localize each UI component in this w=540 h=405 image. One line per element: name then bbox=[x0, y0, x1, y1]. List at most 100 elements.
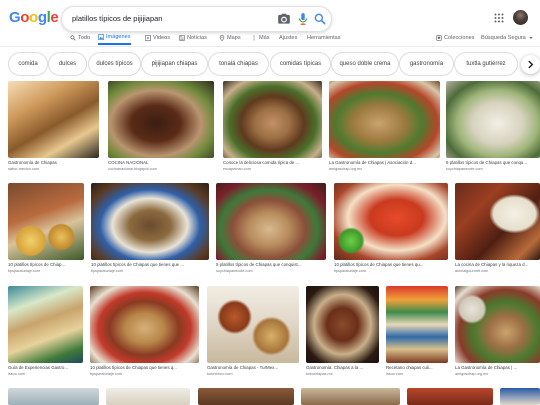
chip[interactable]: queso doble crema bbox=[331, 52, 399, 76]
food-thumbnail bbox=[106, 388, 190, 405]
image-result[interactable]: 5 platillos típicos de Chiapas que conqu… bbox=[446, 81, 540, 176]
tab-herramientas[interactable]: Herramientas bbox=[307, 31, 341, 45]
tab-label: Todo bbox=[78, 35, 91, 41]
tab-label: Colecciones bbox=[444, 35, 475, 41]
tab-label: Búsqueda Segura bbox=[481, 35, 526, 41]
related-search-chips: comida dulces dulces típicos pijijiapan … bbox=[0, 52, 540, 78]
result-source: animalgourmet.com bbox=[455, 269, 489, 273]
search-tabs: Todo Imágenes Videos Noticias Maps Más A… bbox=[0, 28, 540, 47]
tab-label: Maps bbox=[227, 35, 241, 41]
image-result[interactable]: Guía de Experiencias Gastro... issuu.com bbox=[8, 286, 83, 381]
tab-todo[interactable]: Todo bbox=[70, 31, 90, 45]
logo-letter: G bbox=[9, 9, 21, 26]
logo-letter: e bbox=[50, 9, 59, 26]
food-thumbnail bbox=[386, 286, 448, 363]
image-result[interactable] bbox=[500, 388, 540, 405]
result-source: amigoschap.org.mx bbox=[455, 372, 489, 376]
image-result[interactable]: 10 platillos típicos de Chiapas que tien… bbox=[90, 286, 199, 381]
google-logo[interactable]: Google bbox=[9, 9, 59, 26]
chevron-right-icon bbox=[528, 60, 534, 69]
image-result[interactable]: Conoce la deliciosa comida típica de ...… bbox=[223, 81, 322, 176]
image-result[interactable]: 10 platillos típicos de Chiap... tipspar… bbox=[8, 183, 84, 278]
food-thumbnail bbox=[446, 81, 540, 158]
food-thumbnail bbox=[329, 81, 440, 158]
result-source: issuu.com bbox=[386, 372, 404, 376]
food-thumbnail bbox=[500, 388, 540, 405]
image-result[interactable]: La Gastronomía de Chiapas | ... amigosch… bbox=[455, 286, 540, 381]
image-result[interactable]: COCINA NACIONAL cocinanacional.blogspot.… bbox=[108, 81, 214, 176]
result-caption: La Gastronomía de Chiapas | ... bbox=[455, 365, 518, 370]
chip[interactable]: pijijiapan chiapas bbox=[141, 52, 208, 76]
chip[interactable]: comidas típicas bbox=[270, 52, 331, 76]
result-caption: 5 platillos típicos de Chiapas que conqu… bbox=[446, 160, 528, 165]
image-result[interactable]: 5 platillos típicos de Chiapas que conqu… bbox=[216, 183, 326, 278]
result-caption: Gastronomía de Chiapas bbox=[8, 160, 57, 165]
image-result[interactable]: 10 platillos típicos de Chiapas que tien… bbox=[91, 183, 209, 278]
chip[interactable]: comida bbox=[8, 52, 48, 76]
map-pin-icon bbox=[219, 35, 225, 41]
tab-imagenes[interactable]: Imágenes bbox=[98, 31, 131, 45]
microphone-icon[interactable] bbox=[296, 12, 310, 26]
camera-icon[interactable] bbox=[277, 12, 291, 26]
food-thumbnail bbox=[455, 183, 540, 260]
logo-letter: o bbox=[29, 9, 38, 26]
result-source: tipsparaturiaje.com bbox=[334, 269, 367, 273]
result-caption: 10 platillos típicos de Chiapas que tien… bbox=[91, 262, 184, 267]
image-result[interactable]: Gastronomía de Chiapas - TurMex... turim… bbox=[207, 286, 299, 381]
result-source: issuu.com bbox=[8, 372, 26, 376]
search-icon[interactable] bbox=[313, 12, 327, 26]
chip[interactable]: dulces típicos bbox=[88, 52, 141, 76]
apps-grid-icon[interactable] bbox=[494, 13, 504, 23]
tab-ajustes[interactable]: Ajustes bbox=[279, 31, 297, 45]
tab-mas[interactable]: Más bbox=[251, 31, 270, 45]
tab-label: Noticias bbox=[187, 35, 207, 41]
food-thumbnail bbox=[407, 388, 493, 405]
result-source: soychiapanecote.com bbox=[446, 167, 483, 171]
chevron-down-icon bbox=[528, 37, 533, 39]
image-result[interactable] bbox=[8, 388, 99, 405]
image-result[interactable]: Recetario chiapas culi... issuu.com bbox=[386, 286, 448, 381]
result-source: tipsparaturiaje.com bbox=[8, 269, 41, 273]
image-result[interactable] bbox=[198, 388, 294, 405]
result-caption: Gastronomía de Chiapas - TurMex... bbox=[207, 365, 279, 370]
image-result[interactable]: 10 platillos típicos de Chiapas que tien… bbox=[334, 183, 448, 278]
result-source: escapeman.com bbox=[223, 167, 251, 171]
image-result[interactable] bbox=[407, 388, 493, 405]
chip[interactable]: dulces bbox=[48, 52, 87, 76]
search-input[interactable] bbox=[72, 11, 272, 26]
tab-label: Herramientas bbox=[307, 35, 341, 41]
chip[interactable]: tuxtla gutiérrez bbox=[454, 52, 518, 76]
food-thumbnail bbox=[223, 81, 322, 158]
image-result[interactable] bbox=[301, 388, 400, 405]
result-source: turimexico.com bbox=[207, 372, 233, 376]
tab-maps[interactable]: Maps bbox=[219, 31, 241, 45]
food-thumbnail bbox=[8, 183, 84, 260]
image-result[interactable] bbox=[106, 388, 190, 405]
image-result[interactable]: Gastronomía de Chiapas sabor-mexico.com bbox=[8, 81, 99, 176]
food-thumbnail bbox=[207, 286, 299, 363]
food-thumbnail bbox=[306, 286, 379, 363]
tab-label: Imágenes bbox=[106, 34, 131, 40]
video-icon bbox=[145, 35, 151, 41]
image-result[interactable]: Gastronomía. Chiapas a la ... todochiapa… bbox=[306, 286, 379, 381]
tab-noticias[interactable]: Noticias bbox=[179, 31, 207, 45]
result-source: sabor-mexico.com bbox=[8, 167, 40, 171]
collections-icon bbox=[436, 35, 442, 41]
tab-label: Videos bbox=[153, 35, 171, 41]
chip[interactable]: gastronomía bbox=[399, 52, 454, 76]
image-result[interactable]: La Gastronomía de Chiapas | Asociación d… bbox=[329, 81, 440, 176]
news-icon bbox=[179, 35, 185, 41]
avatar[interactable] bbox=[513, 10, 528, 25]
food-thumbnail bbox=[8, 286, 83, 363]
food-thumbnail bbox=[8, 388, 99, 405]
food-thumbnail bbox=[91, 183, 209, 260]
image-result[interactable]: La cocina de Chiapas y la riqueza d... a… bbox=[455, 183, 540, 278]
chips-next-button[interactable] bbox=[521, 55, 540, 74]
tab-videos[interactable]: Videos bbox=[145, 31, 170, 45]
tab-colecciones[interactable]: Colecciones bbox=[436, 31, 474, 45]
food-thumbnail bbox=[301, 388, 400, 405]
result-source: todochiapas.mx bbox=[306, 372, 333, 376]
food-thumbnail bbox=[334, 183, 448, 260]
safe-search-dropdown[interactable]: Búsqueda Segura bbox=[481, 31, 534, 45]
chip[interactable]: tonalá chiapas bbox=[208, 52, 269, 76]
